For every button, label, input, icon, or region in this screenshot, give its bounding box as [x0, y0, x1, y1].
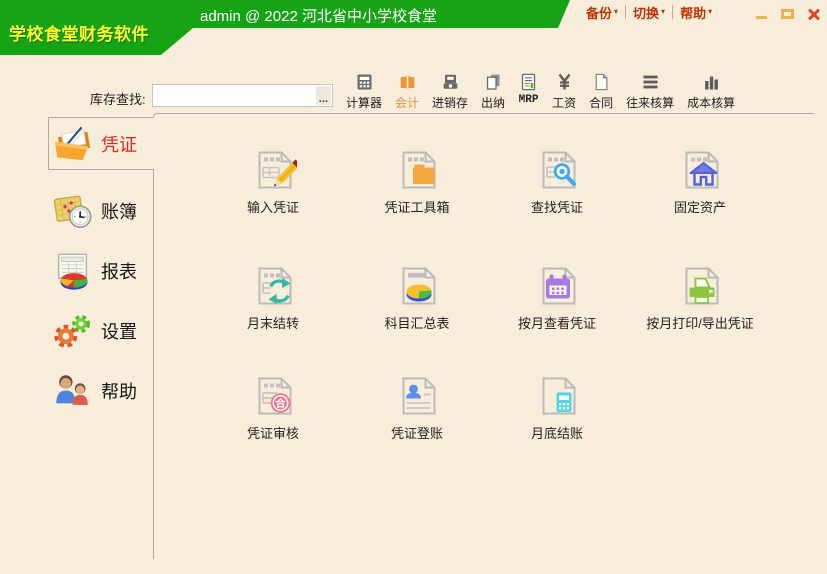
salary-icon [554, 72, 575, 92]
app-item-voucher-audit[interactable]: 凭证审核 [205, 372, 341, 442]
salary-toolbar-button[interactable]: 工资 [552, 72, 576, 111]
switch-menu-label: 切换 [633, 3, 659, 22]
account-summary-icon [393, 262, 441, 310]
mrp-icon [518, 72, 539, 92]
app-item-label: 凭证审核 [247, 423, 299, 442]
toolbar-button-label: 工资 [552, 94, 576, 111]
help-menu-label: 帮助 [680, 3, 706, 22]
app-item-label: 输入凭证 [247, 197, 299, 216]
app-item-input-voucher[interactable]: 输入凭证 [205, 146, 341, 216]
app-item-label: 按月查看凭证 [518, 313, 596, 332]
calculator-icon [354, 72, 375, 92]
app-item-label: 凭证工具箱 [384, 197, 449, 216]
cashier-icon [483, 72, 504, 92]
help-people-icon [52, 370, 94, 412]
input-voucher-icon [249, 146, 297, 194]
app-item-find-voucher[interactable]: 查找凭证 [489, 146, 625, 216]
sidebar-item-label: 账簿 [101, 198, 137, 224]
switch-menu[interactable]: 切换▾ [633, 3, 665, 22]
accounting-icon [397, 72, 418, 92]
sidebar-item-voucher[interactable]: 凭证 [52, 117, 154, 171]
app-item-fixed-assets[interactable]: 固定资产 [632, 146, 768, 216]
search-voucher-icon [533, 146, 581, 194]
inventory-search-input[interactable] [153, 85, 332, 106]
toolbar-button-label: 成本核算 [687, 94, 735, 111]
inventory-icon [440, 72, 461, 92]
sidebar-item-label: 设置 [101, 318, 137, 344]
inventory-search-label: 库存查找: [90, 89, 146, 108]
toolbar-button-label: 进销存 [432, 94, 468, 111]
app-item-label: 按月打印/导出凭证 [646, 313, 754, 332]
voucher-posting-icon [393, 372, 441, 420]
close-icon[interactable] [807, 8, 820, 20]
app-logo: 学校食堂财务软件 [9, 20, 149, 45]
help-menu[interactable]: 帮助▾ [680, 3, 712, 22]
app-item-monthly-view-voucher[interactable]: 按月查看凭证 [489, 262, 625, 332]
calculator-toolbar-button[interactable]: 计算器 [346, 72, 382, 111]
window-controls [755, 8, 820, 20]
cost-icon [701, 72, 722, 92]
accounting-toolbar-button[interactable]: 会计 [395, 72, 419, 111]
app-item-voucher-posting[interactable]: 凭证登账 [349, 372, 485, 442]
app-item-label: 月底结账 [531, 423, 583, 442]
backup-menu-label: 备份 [586, 3, 612, 22]
inventory-search-box: ... [152, 84, 333, 107]
monthly-print-export-icon [676, 262, 724, 310]
cost-accounting-toolbar-button[interactable]: 成本核算 [687, 72, 735, 111]
ledger-icon [640, 72, 661, 92]
app-item-label: 科目汇总表 [384, 313, 449, 332]
toolbar-button-label: 会计 [395, 94, 419, 111]
current-accounts-toolbar-button[interactable]: 往来核算 [626, 72, 674, 111]
report-pie-icon [52, 250, 94, 292]
app-item-monthly-print-export[interactable]: 按月打印/导出凭证 [632, 262, 768, 332]
app-item-subject-summary[interactable]: 科目汇总表 [349, 262, 485, 332]
sidebar-item-settings[interactable]: 设置 [52, 304, 154, 358]
ledger-calendar-icon [52, 190, 94, 232]
app-item-label: 月末结转 [247, 313, 299, 332]
toolbar-button-label: MRP [519, 94, 539, 106]
toolbar-button-label: 往来核算 [626, 94, 674, 111]
voucher-toolbox-icon [393, 146, 441, 194]
sidebar-item-label: 凭证 [101, 131, 137, 157]
chevron-down-icon: ▾ [614, 8, 618, 16]
toolbar-button-label: 出纳 [481, 94, 505, 111]
inventory-toolbar-button[interactable]: 进销存 [432, 72, 468, 111]
voucher-folder-icon [52, 123, 94, 165]
app-window: 学校食堂财务软件 admin @ 2022 河北省中小学校食堂 备份▾切换▾帮助… [0, 0, 827, 574]
toolbar-buttons: 计算器会计进销存出纳 MRP 工资合同往来核算成本核算 [346, 72, 735, 111]
app-item-label: 查找凭证 [531, 197, 583, 216]
app-item-month-end-closing[interactable]: 月底结账 [489, 372, 625, 442]
minimize-icon[interactable] [755, 8, 768, 20]
sidebar-item-label: 报表 [101, 258, 137, 284]
window-title: admin @ 2022 河北省中小学校食堂 [200, 5, 437, 26]
month-end-closing-icon [533, 372, 581, 420]
cashier-toolbar-button[interactable]: 出纳 [481, 72, 505, 111]
backup-menu[interactable]: 备份▾ [586, 3, 618, 22]
contract-icon [591, 72, 612, 92]
month-end-carryover-icon [249, 262, 297, 310]
chevron-down-icon: ▾ [661, 8, 665, 16]
sidebar-item-label: 帮助 [101, 378, 137, 404]
monthly-view-icon [533, 262, 581, 310]
mrp-toolbar-button[interactable]: MRP [518, 72, 539, 106]
toolbar-button-label: 合同 [589, 94, 613, 111]
titlebar-menus: 备份▾切换▾帮助▾ [586, 3, 712, 21]
menu-separator [672, 5, 673, 19]
contract-toolbar-button[interactable]: 合同 [589, 72, 613, 111]
app-item-label: 固定资产 [674, 197, 726, 216]
app-item-month-end-carryover[interactable]: 月末结转 [205, 262, 341, 332]
maximize-icon[interactable] [781, 8, 794, 20]
fixed-assets-icon [676, 146, 724, 194]
sidebar-item-reports[interactable]: 报表 [52, 244, 154, 298]
sidebar-item-help[interactable]: 帮助 [52, 364, 154, 418]
app-item-voucher-toolbox[interactable]: 凭证工具箱 [349, 146, 485, 216]
toolbar-button-label: 计算器 [346, 94, 382, 111]
voucher-review-icon [249, 372, 297, 420]
app-item-label: 凭证登账 [391, 423, 443, 442]
sidebar-item-books[interactable]: 账簿 [52, 184, 154, 238]
gears-icon [52, 310, 94, 352]
chevron-down-icon: ▾ [708, 8, 712, 16]
search-ellipsis-button[interactable]: ... [316, 86, 331, 105]
menu-separator [625, 5, 626, 19]
